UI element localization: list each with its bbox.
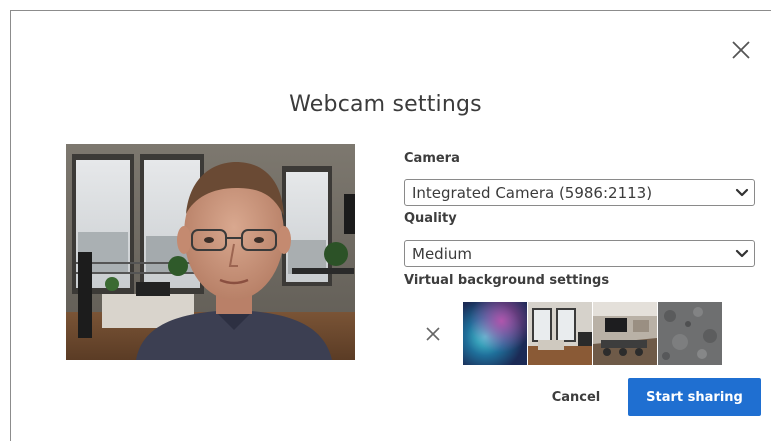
close-button[interactable] bbox=[728, 37, 754, 63]
quality-select[interactable]: Medium bbox=[404, 240, 755, 267]
virtual-background-label: Virtual background settings bbox=[404, 273, 610, 288]
background-option-concrete[interactable] bbox=[658, 302, 722, 365]
background-option-office[interactable] bbox=[528, 302, 592, 365]
chevron-down-icon bbox=[735, 249, 749, 258]
chevron-down-icon bbox=[735, 188, 749, 197]
dialog-title: Webcam settings bbox=[289, 92, 482, 117]
background-thumbnail-image bbox=[463, 302, 527, 365]
background-option-aurora[interactable] bbox=[463, 302, 527, 365]
close-icon bbox=[426, 327, 440, 341]
quality-select-value: Medium bbox=[412, 245, 472, 263]
camera-label: Camera bbox=[404, 151, 460, 166]
webcam-preview bbox=[66, 144, 355, 360]
background-thumbnail-image bbox=[593, 302, 657, 365]
quality-label: Quality bbox=[404, 211, 457, 226]
dialog-top-border bbox=[10, 10, 771, 11]
background-option-conference[interactable] bbox=[593, 302, 657, 365]
camera-select[interactable]: Integrated Camera (5986:2113) bbox=[404, 179, 755, 206]
start-sharing-button[interactable]: Start sharing bbox=[628, 378, 761, 416]
dialog-left-border bbox=[10, 10, 11, 441]
no-background-button[interactable] bbox=[423, 324, 443, 344]
background-thumbnail-image bbox=[528, 302, 592, 365]
webcam-settings-dialog: Webcam settings Camera Integrated Camera… bbox=[0, 0, 771, 441]
close-icon bbox=[732, 41, 750, 59]
camera-select-value: Integrated Camera (5986:2113) bbox=[412, 184, 653, 202]
background-thumbnail-image bbox=[658, 302, 722, 365]
cancel-button[interactable]: Cancel bbox=[540, 379, 612, 415]
